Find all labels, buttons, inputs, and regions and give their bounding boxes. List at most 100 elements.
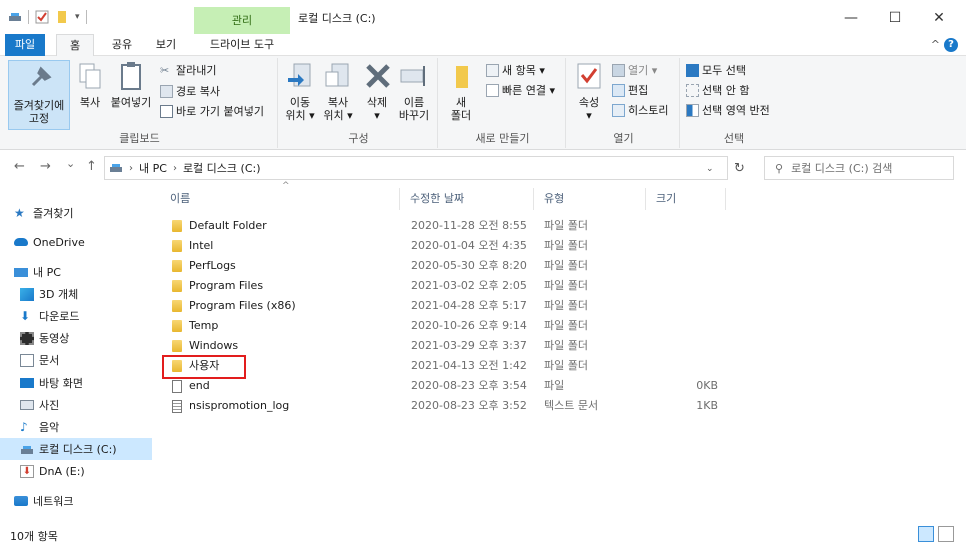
tab-manage[interactable]: 관리 — [194, 7, 290, 34]
nav-quick-access[interactable]: ★ 즐겨찾기 — [0, 202, 152, 224]
paste-button[interactable]: 붙여넣기 — [108, 60, 154, 109]
file-type: 파일 폴더 — [544, 319, 588, 332]
file-name: Intel — [189, 239, 214, 252]
nav-videos[interactable]: 동영상 — [0, 327, 152, 349]
column-header-date[interactable]: 수정한 날짜 — [400, 188, 534, 210]
file-row[interactable]: Windows 2021-03-29 오후 3:37 파일 폴더 — [160, 336, 740, 356]
breadcrumb-local-disk[interactable]: 로컬 디스크 (C:) — [183, 160, 261, 176]
paste-shortcut-button[interactable]: 바로 가기 붙여넣기 — [160, 103, 264, 119]
select-none-label: 선택 안 함 — [702, 84, 750, 97]
maximize-button[interactable]: ☐ — [872, 4, 918, 32]
column-header-size[interactable]: 크기 — [646, 188, 726, 210]
nav-documents[interactable]: 문서 — [0, 349, 152, 371]
file-name-cell[interactable]: nsispromotion_log — [172, 396, 289, 416]
file-row[interactable]: Temp 2020-10-26 오후 9:14 파일 폴더 — [160, 316, 740, 336]
forward-button[interactable]: → — [40, 159, 51, 174]
computer-icon — [14, 267, 28, 277]
drive-icon[interactable] — [8, 10, 22, 24]
nav-onedrive[interactable]: OneDrive — [0, 231, 152, 253]
tab-share[interactable]: 공유 — [104, 34, 140, 56]
file-row[interactable]: Default Folder 2020-11-28 오전 8:55 파일 폴더 — [160, 216, 740, 236]
breadcrumb-chevron-icon[interactable]: › — [173, 163, 177, 174]
new-folder-button[interactable]: 새 폴더 — [446, 60, 476, 122]
edit-button[interactable]: 편집 — [612, 82, 648, 98]
nav-quick-access-label: 즐겨찾기 — [33, 207, 74, 220]
file-name-cell[interactable]: Program Files (x86) — [172, 296, 296, 316]
select-none-button[interactable]: 선택 안 함 — [686, 82, 749, 98]
invert-selection-button[interactable]: 선택 영역 반전 — [686, 102, 770, 118]
history-button[interactable]: 히스토리 — [612, 102, 668, 118]
customize-toolbar-icon[interactable]: ▾ — [75, 12, 80, 22]
invert-selection-label: 선택 영역 반전 — [702, 104, 770, 117]
recent-locations-button[interactable]: ⌄ — [66, 157, 75, 170]
help-icon[interactable]: ? — [944, 38, 958, 52]
nav-downloads[interactable]: ⬇ 다운로드 — [0, 305, 152, 327]
back-button[interactable]: ← — [14, 159, 25, 174]
rename-button[interactable]: 이름 바꾸기 — [396, 60, 432, 122]
file-row[interactable]: Program Files 2021-03-02 오후 2:05 파일 폴더 — [160, 276, 740, 296]
tab-view[interactable]: 보기 — [148, 34, 184, 56]
address-bar[interactable]: › 내 PC › 로컬 디스크 (C:) — [104, 156, 728, 180]
delete-x-icon — [366, 64, 390, 88]
minimize-button[interactable]: — — [828, 4, 874, 32]
file-name-cell[interactable]: Default Folder — [172, 216, 267, 236]
file-name-cell[interactable]: Intel — [172, 236, 213, 256]
file-row[interactable]: 사용자 2021-04-13 오전 1:42 파일 폴더 — [160, 356, 740, 376]
nav-local-disk[interactable]: 로컬 디스크 (C:) — [0, 438, 152, 460]
copy-icon — [79, 63, 101, 89]
large-icons-view-button[interactable] — [938, 526, 954, 542]
new-folder-icon[interactable] — [55, 10, 69, 24]
select-all-button[interactable]: 모두 선택 — [686, 62, 746, 78]
tab-file[interactable]: 파일 — [5, 34, 45, 56]
file-row[interactable]: PerfLogs 2020-05-30 오후 8:20 파일 폴더 — [160, 256, 740, 276]
column-header-type[interactable]: 유형 — [534, 188, 646, 210]
file-name-cell[interactable]: Program Files — [172, 276, 263, 296]
file-name-cell[interactable]: Temp — [172, 316, 218, 336]
up-button[interactable]: ↑ — [86, 159, 97, 174]
nav-desktop[interactable]: 바탕 화면 — [0, 372, 152, 394]
new-item-button[interactable]: 새 항목 ▾ — [486, 62, 545, 78]
copy-path-icon — [160, 84, 173, 98]
file-name-cell[interactable]: Windows — [172, 336, 238, 356]
breadcrumb-this-pc[interactable]: 내 PC — [139, 160, 167, 176]
nav-pictures[interactable]: 사진 — [0, 394, 152, 416]
drive-icon — [110, 164, 122, 172]
open-group-label: 열기 — [613, 132, 634, 145]
delete-button[interactable]: 삭제 ▾ — [362, 60, 392, 122]
tab-home[interactable]: 홈 — [56, 34, 94, 57]
file-row[interactable]: Program Files (x86) 2021-04-28 오후 5:17 파일 … — [160, 296, 740, 316]
breadcrumb-chevron-icon[interactable]: › — [129, 163, 133, 174]
collapse-ribbon-icon[interactable]: ^ — [931, 38, 940, 51]
open-button[interactable]: 열기 ▾ — [612, 62, 657, 78]
copy-button[interactable]: 복사 — [74, 60, 106, 109]
copy-path-button[interactable]: 경로 복사 — [160, 83, 220, 99]
file-name-cell[interactable]: PerfLogs — [172, 256, 236, 276]
nav-downloads-label: 다운로드 — [39, 310, 80, 323]
details-view-button[interactable] — [918, 526, 934, 542]
tab-drive-tools[interactable]: 드라이브 도구 — [196, 34, 288, 56]
properties-check-icon[interactable] — [35, 10, 49, 24]
search-input[interactable]: ⚲ 로컬 디스크 (C:) 검색 — [764, 156, 954, 180]
nav-network[interactable]: 네트워크 — [0, 490, 152, 512]
file-row[interactable]: nsispromotion_log 2020-08-23 오후 3:52 텍스트 문… — [160, 396, 740, 416]
file-row[interactable]: end 2020-08-23 오후 3:54 파일 0KB — [160, 376, 740, 396]
move-to-button[interactable]: 이동 위치 ▾ — [282, 60, 318, 122]
column-header-name[interactable]: 이름 — [160, 188, 400, 210]
nav-3d-objects[interactable]: 3D 개체 — [0, 283, 152, 305]
cut-button[interactable]: ✂ 잘라내기 — [160, 62, 216, 78]
nav-music[interactable]: ♪ 음악 — [0, 416, 152, 438]
file-row[interactable]: Intel 2020-01-04 오전 4:35 파일 폴더 — [160, 236, 740, 256]
refresh-button[interactable]: ↻ — [734, 161, 745, 176]
copy-to-button[interactable]: 복사 위치 ▾ — [320, 60, 356, 122]
nav-dna-drive-label: DnA (E:) — [39, 464, 85, 478]
properties-button[interactable]: 속성 ▾ — [572, 60, 606, 122]
easy-access-button[interactable]: 빠른 연결 ▾ — [486, 82, 555, 98]
address-dropdown-icon[interactable]: ⌄ — [706, 164, 714, 174]
nav-3d-objects-label: 3D 개체 — [39, 288, 79, 301]
toolbar-separator — [28, 10, 29, 24]
nav-dna-drive[interactable]: ⬇ DnA (E:) — [0, 460, 152, 482]
pin-to-quick-access-button[interactable]: 즐겨찾기에 고정 — [8, 60, 70, 130]
nav-this-pc[interactable]: 내 PC — [0, 261, 152, 283]
file-name-cell[interactable]: end — [172, 376, 210, 396]
close-button[interactable]: ✕ — [916, 4, 962, 32]
